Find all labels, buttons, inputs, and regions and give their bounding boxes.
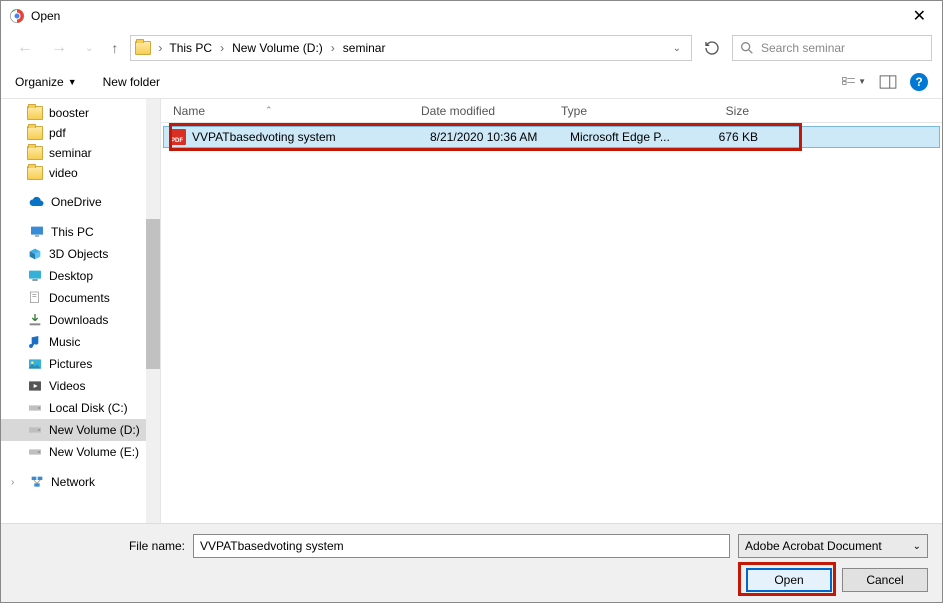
tree-item-selected[interactable]: New Volume (D:) [1, 419, 160, 441]
objects-icon [27, 246, 43, 262]
view-icon [842, 75, 856, 89]
chevron-right-icon: › [155, 41, 165, 55]
search-input[interactable]: Search seminar [732, 35, 932, 61]
breadcrumb-item[interactable]: seminar [339, 39, 390, 57]
cloud-icon [29, 194, 45, 210]
search-placeholder: Search seminar [761, 41, 845, 55]
tree-item[interactable]: Pictures [1, 353, 160, 375]
filename-label: File name: [15, 539, 185, 553]
refresh-button[interactable] [698, 35, 726, 61]
drive-icon [27, 444, 43, 460]
file-list: Name⌃ Date modified Type Size VVPATbased… [161, 99, 942, 529]
folder-icon [27, 146, 43, 160]
column-type[interactable]: Type [561, 104, 681, 118]
documents-icon [27, 290, 43, 306]
address-dropdown[interactable]: ⌄ [667, 43, 687, 54]
sort-indicator-icon: ⌃ [265, 105, 273, 116]
desktop-icon [27, 268, 43, 284]
up-button[interactable]: ↑ [105, 38, 124, 58]
back-button[interactable]: ← [11, 37, 39, 59]
column-name[interactable]: Name⌃ [161, 104, 421, 118]
chevron-down-icon: ▼ [68, 77, 77, 87]
cancel-button[interactable]: Cancel [842, 568, 928, 592]
tree-item[interactable]: pdf [1, 123, 160, 143]
music-icon [27, 334, 43, 350]
navbar: ← → ⌄ ↑ › This PC › New Volume (D:) › se… [1, 31, 942, 65]
tree-item[interactable]: New Volume (E:) [1, 441, 160, 463]
sidebar-scrollbar-thumb[interactable] [146, 219, 160, 369]
folder-icon [27, 106, 43, 120]
refresh-icon [704, 40, 720, 56]
footer: File name: Adobe Acrobat Document ⌄ Open… [1, 523, 942, 602]
pictures-icon [27, 356, 43, 372]
forward-button[interactable]: → [45, 37, 73, 59]
close-icon[interactable]: ✕ [905, 6, 934, 26]
tree-item[interactable]: seminar [1, 143, 160, 163]
drive-icon [27, 400, 43, 416]
tree-item[interactable]: video [1, 163, 160, 183]
column-headers: Name⌃ Date modified Type Size [161, 99, 942, 123]
chevron-down-icon: ⌄ [913, 541, 921, 552]
filetype-dropdown[interactable]: Adobe Acrobat Document ⌄ [738, 534, 928, 558]
videos-icon [27, 378, 43, 394]
titlebar: Open ✕ [1, 1, 942, 31]
tree-item[interactable]: Desktop [1, 265, 160, 287]
tree-item[interactable]: Downloads [1, 309, 160, 331]
downloads-icon [27, 312, 43, 328]
app-icon [9, 8, 25, 24]
tree-item[interactable]: Videos [1, 375, 160, 397]
network-icon [29, 474, 45, 490]
file-type: Microsoft Edge P... [570, 130, 690, 144]
file-size: 676 KB [690, 130, 770, 144]
folder-icon [135, 41, 151, 55]
window-title: Open [31, 9, 905, 23]
column-size[interactable]: Size [681, 104, 761, 118]
breadcrumb-item[interactable]: This PC [165, 39, 216, 57]
tree-item[interactable]: 3D Objects [1, 243, 160, 265]
help-button[interactable]: ? [910, 73, 928, 91]
recent-dropdown[interactable]: ⌄ [79, 41, 99, 56]
tree-item[interactable]: Local Disk (C:) [1, 397, 160, 419]
chevron-right-icon: › [11, 477, 21, 488]
file-row[interactable]: VVPATbasedvoting system 8/21/2020 10:36 … [163, 126, 940, 148]
new-folder-button[interactable]: New folder [103, 75, 160, 89]
view-options-button[interactable]: ▼ [842, 73, 866, 91]
search-icon [739, 40, 755, 56]
chevron-right-icon: › [218, 41, 226, 55]
nav-tree: booster pdf seminar video OneDrive This … [1, 99, 161, 529]
column-date[interactable]: Date modified [421, 104, 561, 118]
file-name: VVPATbasedvoting system [192, 130, 430, 144]
toolbar: Organize ▼ New folder ▼ ? [1, 65, 942, 99]
preview-icon [878, 75, 898, 89]
folder-icon [27, 166, 43, 180]
folder-icon [27, 126, 43, 140]
breadcrumb-item[interactable]: New Volume (D:) [228, 39, 327, 57]
file-date: 8/21/2020 10:36 AM [430, 130, 570, 144]
drive-icon [27, 422, 43, 438]
pdf-icon [170, 129, 186, 145]
filename-input[interactable] [193, 534, 730, 558]
tree-item-onedrive[interactable]: OneDrive [1, 191, 160, 213]
tree-item[interactable]: Music [1, 331, 160, 353]
tree-item-thispc[interactable]: This PC [1, 221, 160, 243]
breadcrumb: This PC › New Volume (D:) › seminar [165, 39, 666, 57]
open-button[interactable]: Open [746, 568, 832, 592]
main-area: booster pdf seminar video OneDrive This … [1, 99, 942, 529]
address-bar[interactable]: › This PC › New Volume (D:) › seminar ⌄ [130, 35, 692, 61]
tree-item[interactable]: Documents [1, 287, 160, 309]
pc-icon [29, 224, 45, 240]
tree-item-network[interactable]: ›Network [1, 471, 160, 493]
chevron-right-icon: › [329, 41, 337, 55]
preview-pane-button[interactable] [876, 73, 900, 91]
tree-item[interactable]: booster [1, 103, 160, 123]
organize-button[interactable]: Organize ▼ [15, 75, 77, 89]
chevron-down-icon: ▼ [858, 77, 866, 86]
